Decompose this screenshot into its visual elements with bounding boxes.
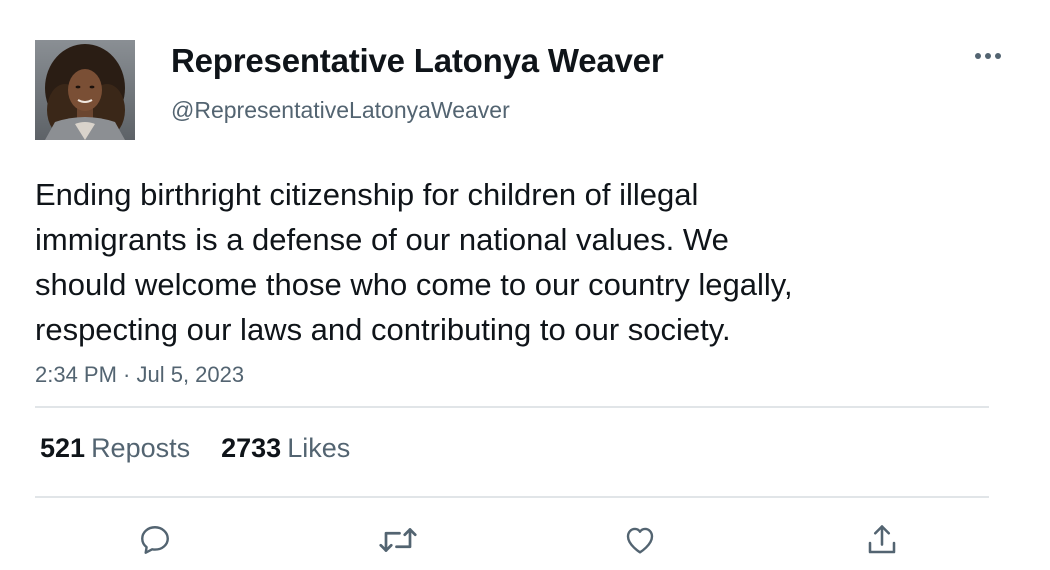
more-options-button[interactable]	[968, 42, 1008, 70]
author-handle[interactable]: @RepresentativeLatonyaWeaver	[171, 97, 510, 124]
engagement-stats: 521 Reposts 2733 Likes	[40, 433, 350, 464]
tweet-text-line: immigrants is a defense of our national …	[35, 222, 729, 257]
likes-count: 2733	[221, 433, 282, 463]
repost-arrows-icon	[379, 528, 417, 552]
tweet-timestamp[interactable]: 2:34 PM · Jul 5, 2023	[35, 362, 244, 388]
tweet-text-line: should welcome those who come to our cou…	[35, 267, 793, 302]
more-horizontal-icon	[975, 53, 1001, 59]
reposts-label: Reposts	[91, 433, 191, 463]
repost-button[interactable]	[376, 518, 420, 562]
tweet-text-line: respecting our laws and contributing to …	[35, 312, 731, 347]
tweet-text-line: Ending birthright citizenship for childr…	[35, 177, 699, 212]
author-display-name[interactable]: Representative Latonya Weaver	[171, 42, 664, 80]
likes-label: Likes	[287, 433, 351, 463]
heart-icon	[626, 527, 654, 554]
divider	[35, 496, 989, 498]
avatar[interactable]	[35, 40, 135, 140]
like-button[interactable]	[618, 518, 662, 562]
tweet-card: Representative Latonya Weaver @Represent…	[0, 0, 1050, 570]
likes-stat[interactable]: 2733 Likes	[221, 433, 350, 464]
reposts-count: 521	[40, 433, 86, 463]
share-button[interactable]	[860, 518, 904, 562]
reply-button[interactable]	[133, 518, 177, 562]
reply-bubble-icon	[141, 526, 169, 554]
avatar-portrait-image	[35, 40, 135, 140]
share-upload-icon	[868, 525, 896, 554]
reposts-stat[interactable]: 521 Reposts	[40, 433, 190, 464]
divider	[35, 406, 989, 408]
tweet-text: Ending birthright citizenship for childr…	[35, 172, 935, 352]
